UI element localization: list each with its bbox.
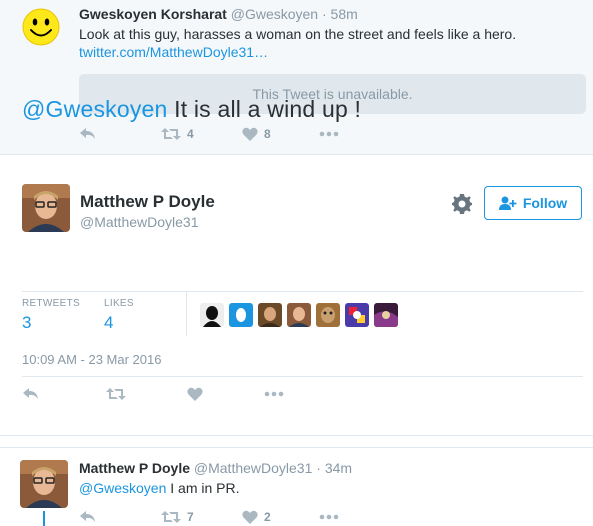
main-tweet-text: @Gweskoyen It is all a wind up ! [22,96,361,123]
reply-actions: 7 2 [79,508,379,526]
reply-button[interactable] [22,385,40,403]
tweet-link[interactable]: twitter.com/MatthewDoyle31… [79,43,579,61]
reply-icon [80,511,95,522]
tweet-time[interactable]: 58m [331,6,358,22]
tweet-timestamp[interactable]: 10:09 AM - 23 Mar 2016 [22,352,161,367]
like-icon [187,387,203,401]
likes-value[interactable]: 4 [104,313,113,333]
liker-avatar[interactable] [258,303,282,327]
like-icon [242,127,258,141]
main-tweet-body: It is all a wind up ! [167,96,362,122]
tweet-actions: 4 8 [79,125,379,143]
mention-link[interactable]: @Gweskoyen [22,96,168,122]
like-button[interactable] [187,385,203,403]
reply-time[interactable]: 34m [325,460,352,476]
retweet-icon [161,511,181,523]
liker-avatar[interactable] [200,303,224,327]
reply-mention-link[interactable]: @Gweskoyen [79,480,166,496]
reply-body: I am in PR. [166,480,240,496]
gear-icon[interactable] [452,194,472,214]
author-name[interactable]: Gweskoyen Korsharat [79,6,227,22]
stats-vertical-divider [186,292,187,336]
more-icon [264,391,284,397]
reply-icon [23,388,38,399]
reply-button[interactable] [79,125,97,143]
reply-header: Matthew P Doyle @MatthewDoyle31 · 34m [79,460,352,476]
tweet-body: Look at this guy, harasses a woman on th… [79,26,517,42]
more-button[interactable] [264,385,284,403]
retweet-icon [161,128,181,140]
tweet-text: Look at this guy, harasses a woman on th… [79,25,579,61]
liker-avatars [200,303,398,327]
like-icon [242,510,258,524]
reply-button[interactable] [79,508,97,526]
main-tweet-actions [22,385,322,403]
author-avatar[interactable] [22,184,70,232]
reply-author-avatar[interactable] [20,460,68,508]
more-icon [319,131,339,137]
reply-author-name[interactable]: Matthew P Doyle [79,460,190,476]
likes-label: LIKES [104,298,134,309]
follow-button[interactable]: Follow [484,186,582,220]
follow-label: Follow [522,195,568,211]
retweet-count: 7 [187,510,194,524]
like-count: 2 [264,510,271,524]
thread-line [43,511,45,526]
retweets-value[interactable]: 3 [22,313,31,333]
separator-dot: · [321,6,327,22]
separator-dot: · [316,460,321,476]
retweet-button[interactable]: 4 [161,125,194,143]
more-button[interactable] [319,508,339,526]
stats-divider-top [22,291,583,292]
liker-avatar[interactable] [374,303,398,327]
retweets-label: RETWEETS [22,298,80,309]
retweet-button[interactable]: 7 [161,508,194,526]
tweet-header: Gweskoyen Korsharat @Gweskoyen · 58m [79,6,358,22]
top-tweet[interactable]: Gweskoyen Korsharat @Gweskoyen · 58m Loo… [0,0,593,155]
reply-text: @Gweskoyen I am in PR. [79,479,579,497]
liker-avatar[interactable] [345,303,369,327]
more-icon [319,514,339,520]
reply-tweet[interactable]: Matthew P Doyle @MatthewDoyle31 · 34m @G… [0,447,593,526]
liker-avatar[interactable] [316,303,340,327]
like-button[interactable]: 2 [242,508,271,526]
retweet-button[interactable] [106,385,126,403]
stats-divider-bottom [22,376,583,377]
follow-person-icon [498,196,517,210]
author-handle[interactable]: @MatthewDoyle31 [80,214,199,230]
retweet-icon [106,388,126,400]
liker-avatar[interactable] [287,303,311,327]
more-button[interactable] [319,125,339,143]
liker-avatar[interactable] [229,303,253,327]
author-handle[interactable]: @Gweskoyen [231,6,318,22]
smiley-avatar[interactable] [22,8,60,46]
author-name[interactable]: Matthew P Doyle [80,192,215,212]
like-button[interactable]: 8 [242,125,271,143]
reply-icon [80,128,95,139]
like-count: 8 [264,127,271,141]
retweet-count: 4 [187,127,194,141]
reply-author-handle[interactable]: @MatthewDoyle31 [194,460,313,476]
